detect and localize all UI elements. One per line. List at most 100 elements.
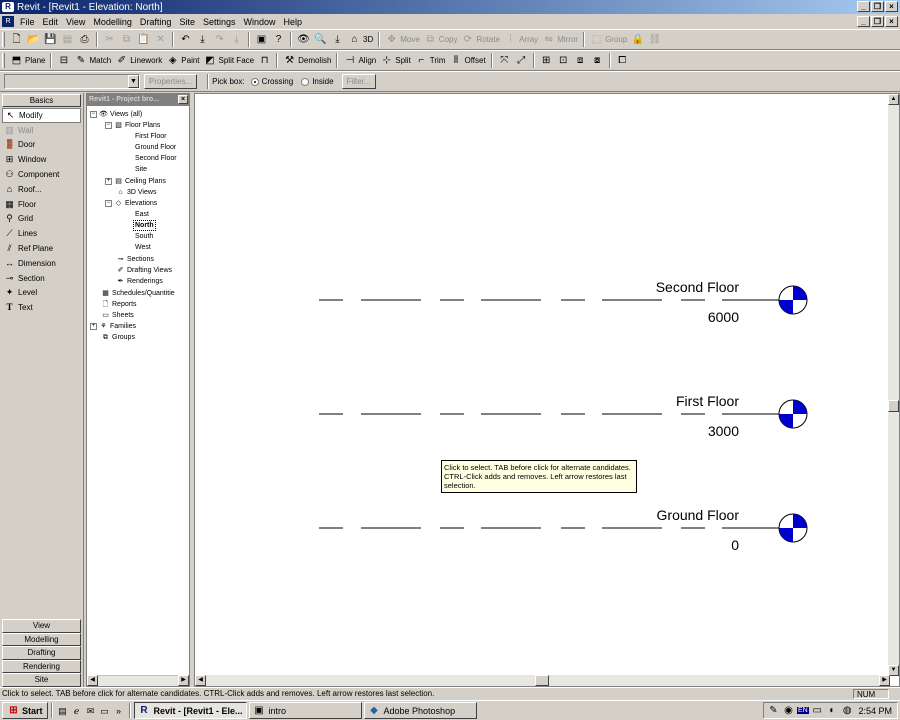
collapse-icon[interactable]: −	[105, 122, 112, 129]
menu-modelling[interactable]: Modelling	[89, 17, 136, 27]
options-tool-button[interactable]: ⧠	[614, 52, 631, 69]
restore-button[interactable]: ❐	[871, 1, 884, 12]
tree-renderings[interactable]: ✒ Renderings	[116, 276, 163, 287]
match-button[interactable]: ✎ Match	[72, 52, 113, 69]
dimension-tool-button[interactable]: ⊞	[538, 52, 555, 69]
trim-button[interactable]: ⌐ Trim	[413, 52, 448, 69]
offset-button[interactable]: ⫴ Offset	[448, 52, 488, 69]
tool-level[interactable]: ✦ Level	[2, 286, 81, 301]
level-ground-floor[interactable]: Ground Floor 0	[319, 507, 808, 553]
toolbar-grip[interactable]	[2, 32, 5, 47]
tree-ceiling-plans[interactable]: + ▤ Ceiling Plans	[105, 176, 166, 187]
network-icon[interactable]: ◉	[782, 704, 795, 717]
menu-help[interactable]: Help	[280, 17, 307, 27]
delete-button[interactable]: ✕	[152, 31, 169, 48]
vertical-scrollbar[interactable]: ▲ ▼	[888, 94, 899, 676]
tree-3d-views[interactable]: ⌂ 3D Views	[116, 187, 156, 198]
tool-window[interactable]: ⊞ Window	[2, 152, 81, 167]
tree-views-all[interactable]: − 👁 Views (all)	[90, 109, 142, 120]
level-head-icon[interactable]	[778, 513, 808, 543]
tool-text[interactable]: T Text	[2, 300, 81, 315]
view-3d-button[interactable]: ⌂ 3D	[346, 31, 375, 48]
cut-geometry-button[interactable]: ⊓	[256, 52, 273, 69]
scroll-right-icon[interactable]: ▶	[879, 675, 890, 686]
menu-view[interactable]: View	[62, 17, 89, 27]
tool-roof[interactable]: ⌂ Roof...	[2, 182, 81, 197]
quicklaunch-browser-icon[interactable]: ℯ	[71, 705, 83, 717]
elevation-view-canvas[interactable]: Second Floor 6000 First Floor 3000 Groun…	[194, 93, 900, 687]
tree-drafting-views[interactable]: ✐ Drafting Views	[116, 265, 172, 276]
plane-button[interactable]: ⬒ Plane	[8, 52, 47, 69]
quicklaunch-app-icon[interactable]: ▤	[57, 705, 69, 717]
tool-floor[interactable]: ▦ Floor	[2, 197, 81, 212]
tree-item[interactable]: Site	[135, 164, 147, 175]
tree-elevations[interactable]: − ◇ Elevations	[105, 198, 157, 209]
tree-item[interactable]: First Floor	[135, 131, 167, 142]
save-all-button[interactable]: ▤	[59, 31, 76, 48]
tree-item[interactable]: South	[135, 231, 153, 242]
demolish-button[interactable]: ⚒ Demolish	[281, 52, 333, 69]
copy-tool-button[interactable]: ⧉ Copy	[422, 31, 460, 48]
tag-tool-button[interactable]: ⊡	[555, 52, 572, 69]
paint-button[interactable]: ◈ Paint	[164, 52, 201, 69]
level-head-icon[interactable]	[778, 285, 808, 315]
toolbar-grip[interactable]	[2, 53, 5, 68]
rotate-button[interactable]: ⟳ Rotate	[459, 31, 502, 48]
tool-door[interactable]: 🚪 Door	[2, 138, 81, 153]
monitor-icon[interactable]: ▭	[811, 704, 824, 717]
tab-site[interactable]: Site	[2, 673, 81, 687]
new-button[interactable]: 🗋	[8, 31, 25, 48]
tool-dimension[interactable]: ↔ Dimension	[2, 256, 81, 271]
tab-modelling[interactable]: Modelling	[2, 632, 81, 647]
tab-rendering[interactable]: Rendering	[2, 659, 81, 674]
close-icon[interactable]: ×	[178, 95, 188, 104]
linework-button[interactable]: ✐ Linework	[113, 52, 164, 69]
tree-floor-plans[interactable]: − ▧ Floor Plans	[105, 120, 160, 131]
visibility-button[interactable]: 👁	[295, 31, 312, 48]
undo-button[interactable]: ↶	[177, 31, 194, 48]
align-button[interactable]: ⊣ Align	[341, 52, 378, 69]
detail-tool-button[interactable]: ⧇	[589, 52, 606, 69]
expand-icon[interactable]: +	[105, 178, 112, 185]
print-button[interactable]: ⎙	[76, 31, 93, 48]
language-indicator[interactable]: EN	[797, 707, 809, 714]
document-icon[interactable]: R	[2, 16, 14, 27]
tree-sections[interactable]: ⊸ Sections	[116, 254, 154, 265]
tool-section[interactable]: ⊸ Section	[2, 271, 81, 286]
crossing-radio[interactable]	[250, 77, 259, 86]
scroll-left-icon[interactable]: ◀	[195, 675, 206, 686]
tree-item-selected[interactable]: North	[133, 220, 156, 231]
volume-icon[interactable]: ◐	[826, 704, 839, 717]
close-button[interactable]: ×	[885, 1, 898, 12]
menu-site[interactable]: Site	[175, 17, 199, 27]
redo-dropdown[interactable]: ⤓	[228, 31, 245, 48]
level-second-floor[interactable]: Second Floor 6000	[319, 279, 808, 325]
menu-window[interactable]: Window	[239, 17, 279, 27]
horizontal-scrollbar[interactable]: ◀ ▶	[195, 675, 890, 686]
browser-horizontal-scrollbar[interactable]: ◀ ▶	[87, 675, 189, 686]
tool-lines[interactable]: ⟋ Lines	[2, 226, 81, 241]
link-button[interactable]: ⛓	[646, 31, 663, 48]
pen-tablet-icon[interactable]: ✎	[767, 704, 780, 717]
tree-item[interactable]: West	[135, 242, 151, 253]
scroll-right-icon[interactable]: ▶	[178, 675, 189, 686]
tool-grid[interactable]: ⚲ Grid	[2, 212, 81, 227]
inside-radio[interactable]	[301, 77, 310, 86]
zoom-dropdown[interactable]: ⤓	[329, 31, 346, 48]
vertical-scroll-thumb[interactable]	[888, 400, 899, 412]
tree-reports[interactable]: 🗋 Reports	[101, 299, 137, 310]
open-button[interactable]: 📂	[25, 31, 42, 48]
minimize-button[interactable]: _	[857, 1, 870, 12]
type-selector[interactable]: ▼	[4, 74, 140, 89]
collapse-icon[interactable]: −	[90, 111, 97, 118]
tab-drafting[interactable]: Drafting	[2, 646, 81, 660]
resize-tool-button[interactable]: ⤢	[513, 52, 530, 69]
move-button[interactable]: ✥ Move	[383, 31, 422, 48]
menu-edit[interactable]: Edit	[39, 17, 63, 27]
tree-item[interactable]: Ground Floor	[135, 142, 176, 153]
task-photoshop[interactable]: ◆ Adobe Photoshop	[363, 702, 477, 719]
pick-tool-button[interactable]: ⤧	[496, 52, 513, 69]
scroll-left-icon[interactable]: ◀	[87, 675, 98, 686]
start-button[interactable]: ⊞ Start	[2, 702, 48, 719]
tool-component[interactable]: ⚇ Component	[2, 167, 81, 182]
